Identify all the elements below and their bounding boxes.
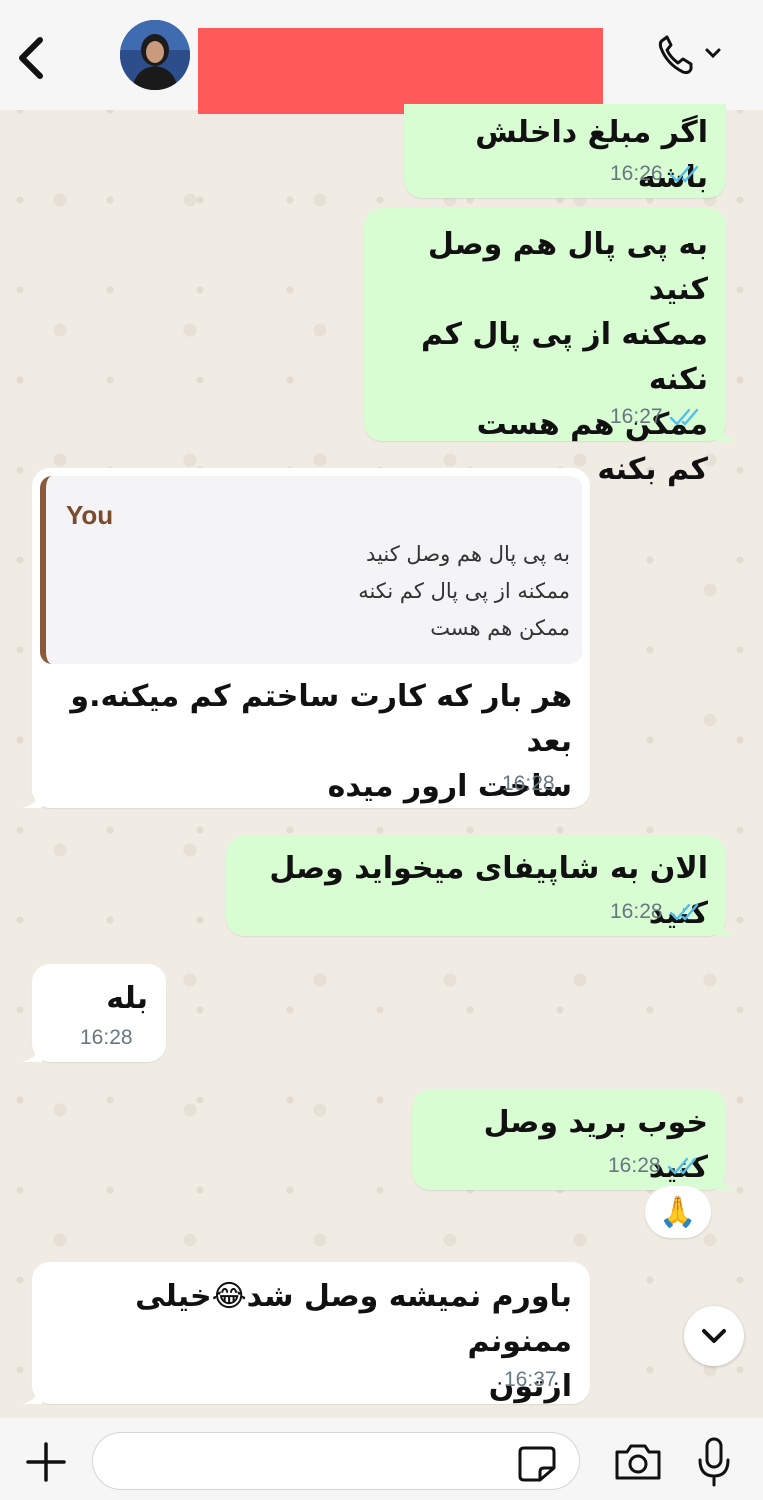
message-text: هر بار که کارت ساختم کم میکنه.و بعد ساخت…	[70, 679, 572, 804]
contact-name[interactable]	[198, 28, 603, 114]
reaction-badge[interactable]: 🙏	[645, 1186, 711, 1238]
message-bubble-outgoing[interactable]: به پی پال هم وصل کنید ممکنه از پی پال کم…	[364, 208, 736, 487]
message-bubble-incoming[interactable]: باورم نمیشه وصل شد😂خیلی ممنونم ازتون 16:…	[22, 1262, 590, 1404]
message-text: باورم نمیشه وصل شد😂خیلی ممنونم ازتون	[135, 1279, 572, 1404]
message-time: 16:26	[610, 162, 663, 185]
message-bubble-outgoing[interactable]: الان به شاپیفای میخواید وصل کنید 16:28	[226, 836, 736, 936]
message-time: 16:28	[608, 1154, 661, 1177]
bubble-tail	[716, 916, 736, 936]
read-ticks-icon	[669, 903, 698, 921]
message-time: 16:27	[610, 405, 663, 428]
microphone-icon[interactable]	[696, 1436, 732, 1488]
quoted-text: به پی پال هم وصل کنید ممکنه از پی پال کم…	[358, 542, 570, 640]
quoted-message[interactable]: You به پی پال هم وصل کنید ممکنه از پی پا…	[40, 476, 582, 664]
phone-icon[interactable]	[655, 34, 729, 76]
message-bubble-incoming[interactable]: بله 16:28	[22, 964, 166, 1062]
message-time: 16:28	[610, 900, 663, 923]
read-ticks-icon	[669, 408, 698, 426]
camera-icon[interactable]	[613, 1442, 663, 1482]
message-bubble-incoming[interactable]: You به پی پال هم وصل کنید ممکنه از پی پا…	[22, 468, 590, 808]
bubble-tail	[22, 788, 42, 808]
message-text: بله	[106, 981, 148, 1016]
read-ticks-icon	[669, 165, 698, 183]
message-time: 16:28	[80, 1026, 133, 1049]
bubble-tail	[22, 1042, 42, 1062]
message-input[interactable]	[92, 1432, 580, 1490]
chat-header	[0, 0, 763, 114]
message-time: 16:28	[502, 772, 555, 795]
message-time: 16:37	[504, 1368, 557, 1391]
bubble-tail	[716, 1170, 736, 1190]
avatar[interactable]	[120, 20, 190, 90]
message-bubble-outgoing[interactable]: اگر مبلغ داخلش باشه 16:26	[404, 104, 726, 198]
composer-bar	[0, 1418, 763, 1500]
scroll-to-bottom-button[interactable]	[684, 1306, 744, 1366]
chevron-left-icon[interactable]	[12, 34, 52, 82]
sticker-icon[interactable]	[516, 1444, 558, 1484]
message-bubble-outgoing[interactable]: خوب برید وصل کنید 16:28	[412, 1090, 736, 1190]
bubble-tail	[716, 421, 736, 441]
bubble-tail	[22, 1384, 42, 1404]
chevron-down-icon	[702, 1329, 726, 1343]
read-ticks-icon	[667, 1157, 696, 1175]
message-text: به پی پال هم وصل کنید ممکنه از پی پال کم…	[420, 227, 708, 487]
plus-icon[interactable]	[22, 1438, 70, 1486]
quoted-author: You	[66, 500, 114, 530]
